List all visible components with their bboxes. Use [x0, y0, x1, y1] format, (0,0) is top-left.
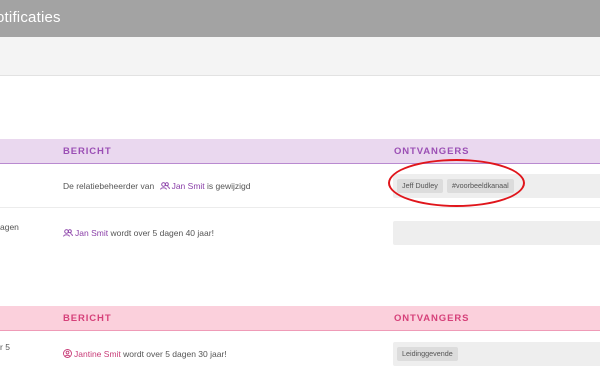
notification-message: Jantine Smit wordt over 5 dagen 30 jaar! — [63, 349, 227, 359]
user-circle-icon — [63, 349, 72, 358]
contact-link[interactable]: Jan Smit — [159, 181, 207, 191]
notification-message: Jan Smit wordt over 5 dagen 40 jaar! — [63, 228, 214, 238]
row-left-label: agen — [0, 222, 19, 232]
column-header-message: BERICHT — [63, 146, 112, 157]
column-header-recipients: ONTVANGERS — [394, 146, 470, 157]
row-divider — [0, 207, 600, 208]
title-bar: otificaties — [0, 0, 600, 37]
contact-link[interactable]: Jan Smit — [63, 228, 110, 238]
message-prefix: De relatiebeheerder van — [63, 181, 155, 191]
recipients-field[interactable] — [393, 221, 600, 245]
section2-table-header: BERICHT ONTVANGERS — [0, 306, 600, 331]
contact-link[interactable]: Jantine Smit — [63, 349, 123, 359]
message-suffix: wordt over 5 dagen 40 jaar! — [110, 228, 214, 238]
recipients-field[interactable]: Leidinggevende — [393, 342, 600, 366]
column-header-message: BERICHT — [63, 313, 112, 324]
highlight-annotation — [388, 159, 525, 207]
page-title: otificaties — [0, 9, 61, 26]
users-icon — [63, 229, 73, 237]
section1-table-header: BERICHT ONTVANGERS — [0, 139, 600, 164]
row-left-label: r 5 — [0, 342, 10, 352]
toolbar — [0, 37, 600, 76]
notification-message: De relatiebeheerder van Jan Smit is gewi… — [63, 181, 251, 191]
users-icon — [159, 182, 170, 190]
message-suffix: is gewijzigd — [207, 181, 251, 191]
column-header-recipients: ONTVANGERS — [394, 313, 470, 324]
recipient-tag[interactable]: Leidinggevende — [397, 347, 458, 361]
message-suffix: wordt over 5 dagen 30 jaar! — [123, 349, 227, 359]
